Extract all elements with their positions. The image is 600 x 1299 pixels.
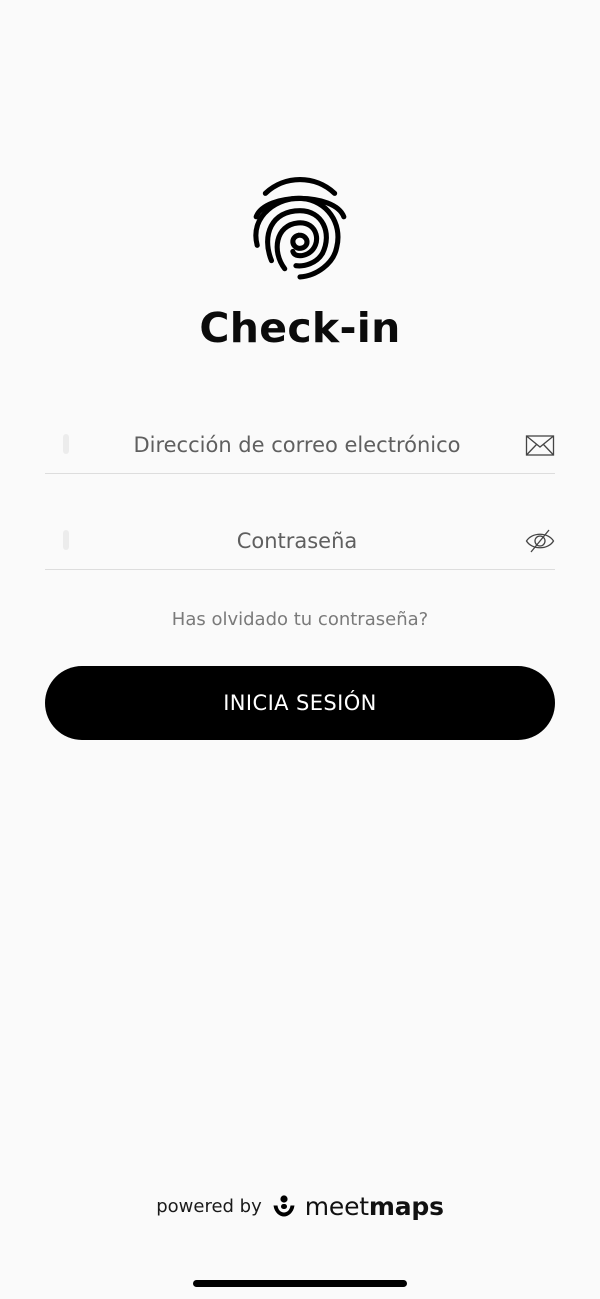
- page-title: Check-in: [199, 304, 401, 352]
- email-field-row: [45, 417, 555, 474]
- eye-slash-icon[interactable]: [525, 526, 555, 556]
- forgot-password-link[interactable]: Has olvidado tu contraseña?: [0, 606, 600, 634]
- fingerprint-icon: [253, 177, 347, 280]
- brand-bold-text: maps: [368, 1191, 444, 1221]
- powered-by-label: powered by: [156, 1195, 262, 1217]
- home-indicator: [193, 1280, 407, 1287]
- password-field-row: [45, 513, 555, 570]
- meetmaps-wordmark: meetmaps: [305, 1192, 444, 1221]
- password-input[interactable]: [75, 513, 519, 569]
- meetmaps-logo-icon: [273, 1195, 295, 1217]
- email-input[interactable]: [75, 417, 519, 473]
- brand-light-text: meet: [304, 1191, 369, 1221]
- field-marker-icon: [63, 434, 69, 454]
- envelope-icon: [525, 435, 555, 456]
- powered-by-footer: powered by meetmaps: [0, 1186, 600, 1226]
- field-marker-icon: [63, 530, 69, 550]
- login-button[interactable]: INICIA SESIÓN: [45, 666, 555, 740]
